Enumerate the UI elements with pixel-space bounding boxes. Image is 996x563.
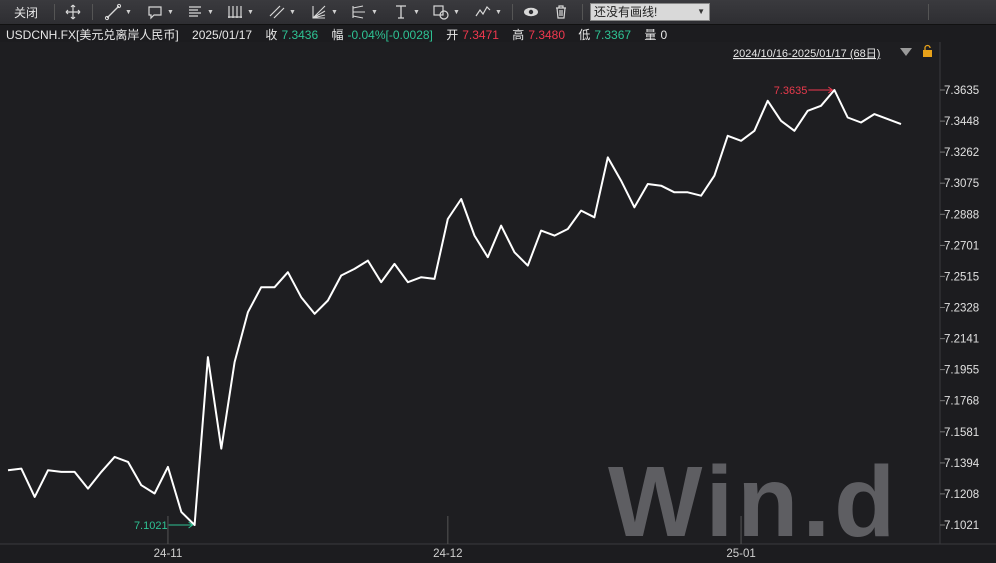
y-tick-label: 7.3262 xyxy=(944,147,979,159)
symbol-name: USDCNH.FX[美元兑离岸人民币] xyxy=(6,28,179,42)
toolbar-divider xyxy=(928,4,929,20)
watermark: Win.d xyxy=(608,446,899,558)
comment-icon xyxy=(148,6,162,20)
y-tick-label: 7.1768 xyxy=(944,396,979,408)
toolbar-divider xyxy=(512,4,513,20)
chevron-down-icon: ▼ xyxy=(331,8,338,16)
gann-fan-icon xyxy=(312,5,326,19)
open-label: 开 xyxy=(446,28,459,42)
y-tick-label: 7.3448 xyxy=(944,116,979,128)
shapes-icon xyxy=(433,5,449,20)
line-tool-button[interactable]: ▼ xyxy=(104,3,132,21)
chevron-down-icon: ▼ xyxy=(247,8,254,16)
price-chart[interactable]: Win.d 2024/10/16-2025/01/17 (68日) 7.3635… xyxy=(0,42,996,563)
y-tick-label: 7.1394 xyxy=(944,458,980,470)
volume-value: 0 xyxy=(660,28,668,42)
open-value: 7.3471 xyxy=(462,28,499,42)
text-cursor-icon xyxy=(396,5,406,19)
x-tick-label: 24-12 xyxy=(433,548,462,560)
change-label: 幅 xyxy=(331,28,344,42)
chevron-down-icon: ▼ xyxy=(495,8,502,16)
toolbar-divider xyxy=(92,4,93,20)
y-tick-label: 7.3635 xyxy=(944,85,979,97)
quote-info-bar: USDCNH.FX[美元兑离岸人民币] 2025/01/17 收 7.3436 幅… xyxy=(6,26,671,42)
low-label: 低 xyxy=(578,28,591,42)
move-tool-button[interactable] xyxy=(64,3,82,21)
close-label: 收 xyxy=(265,28,278,42)
cycle-tool-button[interactable]: ▼ xyxy=(226,3,254,21)
x-tick-label: 25-01 xyxy=(726,548,755,560)
toggle-visibility-button[interactable] xyxy=(522,3,540,21)
vertical-lines-icon xyxy=(228,6,242,18)
toolbar-divider xyxy=(582,4,583,20)
high-value: 7.3480 xyxy=(528,28,566,42)
wave-icon xyxy=(475,6,491,17)
min-value-label: 7.1021 xyxy=(134,520,168,532)
y-tick-label: 7.3075 xyxy=(944,178,979,190)
drawing-toolbar: 关闭 ▼ ▼ ▼ ▼ ▼ ▼ ▼ ▼ ▼ ▼ 还没有画线! ▼ xyxy=(0,0,996,25)
quote-date: 2025/01/17 xyxy=(192,28,253,42)
volume-label: 量 xyxy=(644,28,657,42)
parallel-lines-icon xyxy=(269,5,285,19)
measure-tool-button[interactable]: ▼ xyxy=(392,3,420,21)
y-tick-label: 7.1208 xyxy=(944,489,979,501)
close-button[interactable]: 关闭 xyxy=(14,4,38,21)
toolbar-divider xyxy=(54,4,55,20)
delete-drawings-button[interactable] xyxy=(552,3,570,21)
y-tick-label: 7.2701 xyxy=(944,240,979,252)
eye-icon xyxy=(524,7,538,17)
low-value: 7.3367 xyxy=(594,28,632,42)
chevron-down-icon: ▼ xyxy=(697,7,705,16)
change-value: -0.04%[-0.0028] xyxy=(347,28,433,42)
chevron-down-icon: ▼ xyxy=(413,8,420,16)
x-tick-label: 24-11 xyxy=(154,548,183,560)
y-tick-label: 7.2141 xyxy=(944,334,979,346)
fan-tool-button[interactable]: ▼ xyxy=(310,3,338,21)
line-draw-icon xyxy=(104,3,122,21)
drawings-dropdown[interactable]: 还没有画线! ▼ xyxy=(590,3,710,21)
channel-tool-button[interactable]: ▼ xyxy=(268,3,296,21)
chevron-down-icon: ▼ xyxy=(453,8,460,16)
chevron-down-icon: ▼ xyxy=(289,8,296,16)
chevron-down-icon: ▼ xyxy=(167,8,174,16)
y-axis-ticks: 7.3635 7.3448 7.3262 7.3075 7.2888 7.2701 7.25… xyxy=(940,85,980,532)
wave-tool-button[interactable]: ▼ xyxy=(474,3,502,21)
pitchfork-icon xyxy=(352,5,365,19)
y-tick-label: 7.1955 xyxy=(944,365,979,377)
y-tick-label: 7.2328 xyxy=(944,303,979,315)
chevron-down-icon: ▼ xyxy=(125,8,132,16)
y-tick-label: 7.2515 xyxy=(944,271,979,283)
max-value-label: 7.3635 xyxy=(774,85,808,97)
y-tick-label: 7.2888 xyxy=(944,209,979,221)
close-value: 7.3436 xyxy=(281,28,319,42)
annotation-tool-button[interactable]: ▼ xyxy=(146,3,174,21)
move-icon xyxy=(65,4,81,20)
chevron-down-icon: ▼ xyxy=(371,8,378,16)
trash-icon xyxy=(556,5,566,19)
chevron-down-icon: ▼ xyxy=(207,8,214,16)
y-tick-label: 7.1581 xyxy=(944,427,979,439)
pitchfork-tool-button[interactable]: ▼ xyxy=(350,3,378,21)
shape-tool-button[interactable]: ▼ xyxy=(432,3,460,21)
high-label: 高 xyxy=(512,28,525,42)
chart-window: 关闭 ▼ ▼ ▼ ▼ ▼ ▼ ▼ ▼ ▼ ▼ 还没有画线! ▼ USDCNH.F… xyxy=(0,0,996,563)
fibonacci-tool-button[interactable]: ▼ xyxy=(186,3,214,21)
fibonacci-icon xyxy=(189,6,201,17)
drawings-dropdown-value: 还没有画线! xyxy=(594,5,658,19)
y-tick-label: 7.1021 xyxy=(944,520,979,532)
date-range-label[interactable]: 2024/10/16-2025/01/17 (68日) xyxy=(733,48,880,60)
